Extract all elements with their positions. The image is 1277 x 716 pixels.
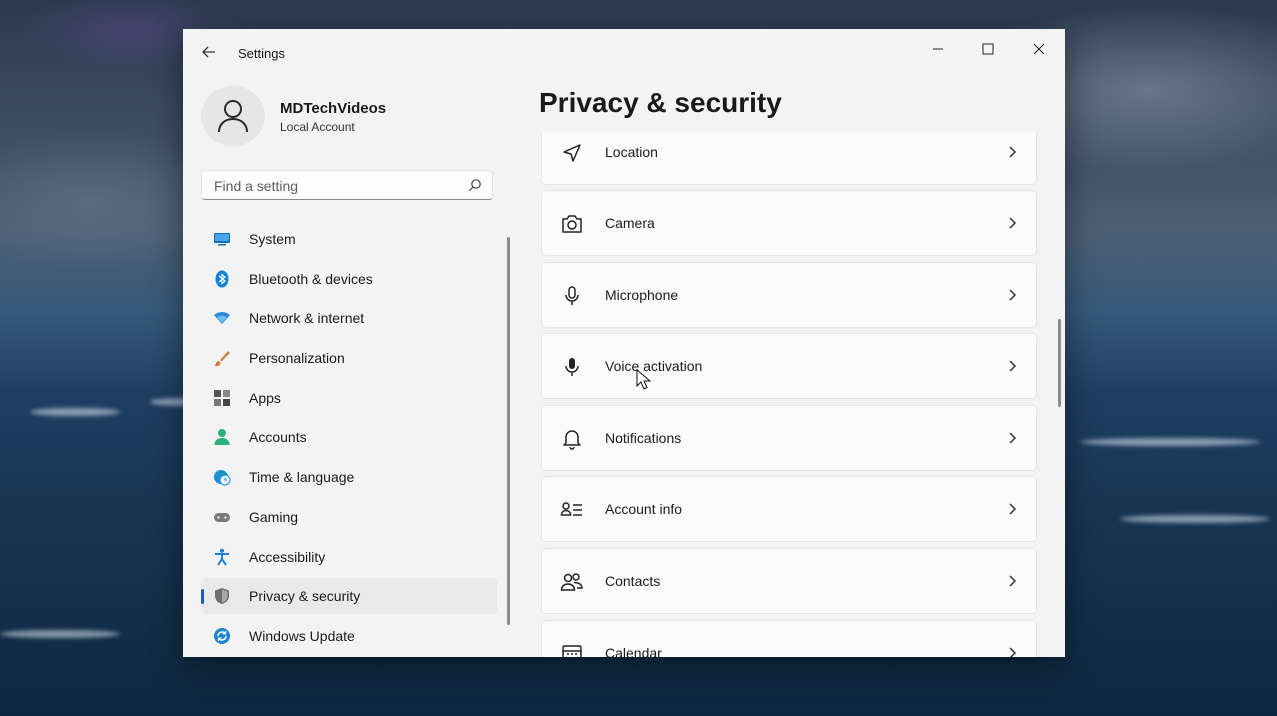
controller-icon [214, 512, 230, 522]
sidebar-item-label: Privacy & security [249, 588, 361, 605]
close-button[interactable] [1016, 35, 1062, 65]
setting-item-label: Account info [605, 501, 683, 517]
sidebar-nav: System Bluetooth & devices Network & int… [201, 221, 497, 657]
sidebar-item-windows-update[interactable]: Windows Update [201, 618, 497, 654]
chevron-right-icon [1009, 575, 1017, 587]
microphone-icon [565, 286, 579, 305]
chevron-right-icon [1009, 503, 1017, 515]
sidebar-item-accessibility[interactable]: Accessibility [201, 539, 497, 575]
sidebar-item-time-language[interactable]: Time & language [201, 459, 497, 495]
sidebar-scrollbar[interactable] [507, 237, 510, 625]
setting-item-label: Calendar [605, 645, 662, 657]
globe-clock-icon [214, 470, 231, 486]
sidebar-item-personalization[interactable]: Personalization [201, 340, 497, 376]
settings-list: Location Camera Microphone Voice activat… [541, 132, 1037, 657]
active-indicator [201, 589, 204, 605]
sidebar-item-network[interactable]: Network & internet [201, 300, 497, 336]
setting-item-microphone[interactable]: Microphone [541, 262, 1037, 328]
sidebar-item-label: Personalization [249, 350, 345, 367]
settings-window: Settings MDTechVideos Local Account Find… [183, 29, 1065, 657]
minimize-button[interactable] [915, 35, 961, 65]
chevron-right-icon [1009, 289, 1017, 301]
wallpaper-wave [1120, 515, 1270, 523]
wallpaper-wave [30, 408, 120, 416]
setting-item-voice-activation[interactable]: Voice activation [541, 333, 1037, 399]
bell-icon [563, 430, 581, 450]
setting-item-label: Contacts [605, 573, 661, 589]
sidebar-item-label: Network & internet [249, 310, 365, 327]
sidebar-item-label: Accessibility [249, 548, 326, 565]
chevron-right-icon [1009, 647, 1017, 657]
setting-item-account-info[interactable]: Account info [541, 476, 1037, 542]
sidebar-item-label: Gaming [249, 508, 299, 525]
sidebar-item-label: Bluetooth & devices [249, 270, 373, 287]
close-icon [1033, 43, 1045, 55]
search-icon [468, 179, 481, 192]
search-input[interactable] [212, 177, 456, 195]
setting-item-label: Microphone [605, 287, 679, 303]
page-title: Privacy & security [539, 87, 782, 118]
monitor-icon [214, 233, 230, 246]
avatar [201, 86, 265, 146]
sidebar-item-label: Apps [249, 389, 281, 406]
sidebar-item-accounts[interactable]: Accounts [201, 419, 497, 455]
setting-item-label: Voice activation [605, 358, 703, 374]
user-name: MDTechVideos [280, 100, 387, 117]
voice-activation-icon [565, 358, 579, 376]
chevron-right-icon [1009, 432, 1017, 444]
chevron-right-icon [1009, 146, 1017, 158]
sidebar-item-bluetooth[interactable]: Bluetooth & devices [201, 261, 497, 297]
chevron-right-icon [1009, 360, 1017, 372]
sidebar-item-label: Time & language [249, 469, 355, 486]
wallpaper-wave [0, 630, 120, 638]
maximize-button[interactable] [965, 35, 1011, 65]
sidebar-item-label: Windows Update [249, 627, 355, 644]
back-button[interactable] [197, 41, 221, 65]
setting-item-calendar[interactable]: Calendar [541, 620, 1037, 657]
sidebar-item-label: System [249, 231, 296, 247]
setting-item-location[interactable]: Location [541, 132, 1037, 185]
app-title: Settings [238, 46, 285, 61]
calendar-icon [562, 645, 582, 657]
search-box[interactable] [201, 170, 493, 200]
maximize-icon [982, 43, 994, 55]
brush-icon [214, 351, 230, 367]
user-avatar-icon [218, 100, 248, 133]
chevron-right-icon [1009, 217, 1017, 229]
accessibility-icon [215, 548, 229, 566]
title-bar: Settings [183, 29, 1065, 77]
bluetooth-icon [215, 270, 229, 288]
sidebar-item-system[interactable]: System [201, 221, 497, 257]
setting-item-label: Notifications [605, 430, 682, 446]
setting-item-camera[interactable]: Camera [541, 190, 1037, 256]
update-icon [214, 627, 230, 644]
sidebar-item-apps[interactable]: Apps [201, 380, 497, 416]
sidebar-item-privacy-security[interactable]: Privacy & security [201, 578, 497, 615]
content-scrollbar[interactable] [1058, 319, 1061, 407]
sidebar-item-label: Accounts [249, 429, 307, 446]
contacts-icon [560, 573, 583, 591]
shield-icon [215, 588, 229, 605]
setting-item-notifications[interactable]: Notifications [541, 405, 1037, 471]
account-type: Local Account [280, 120, 355, 134]
setting-item-label: Camera [605, 215, 655, 231]
back-arrow-icon [202, 46, 215, 58]
wallpaper-wave [1080, 438, 1260, 446]
sidebar-item-gaming[interactable]: Gaming [201, 499, 497, 535]
minimize-icon [933, 48, 943, 50]
setting-item-label: Location [605, 144, 658, 160]
person-icon [214, 429, 230, 446]
location-icon [563, 144, 581, 162]
apps-icon [214, 389, 230, 406]
account-info-icon [560, 502, 582, 516]
setting-item-contacts[interactable]: Contacts [541, 548, 1037, 614]
wifi-icon [214, 312, 230, 325]
user-profile[interactable]: MDTechVideos Local Account [201, 86, 501, 146]
camera-icon [562, 215, 582, 233]
